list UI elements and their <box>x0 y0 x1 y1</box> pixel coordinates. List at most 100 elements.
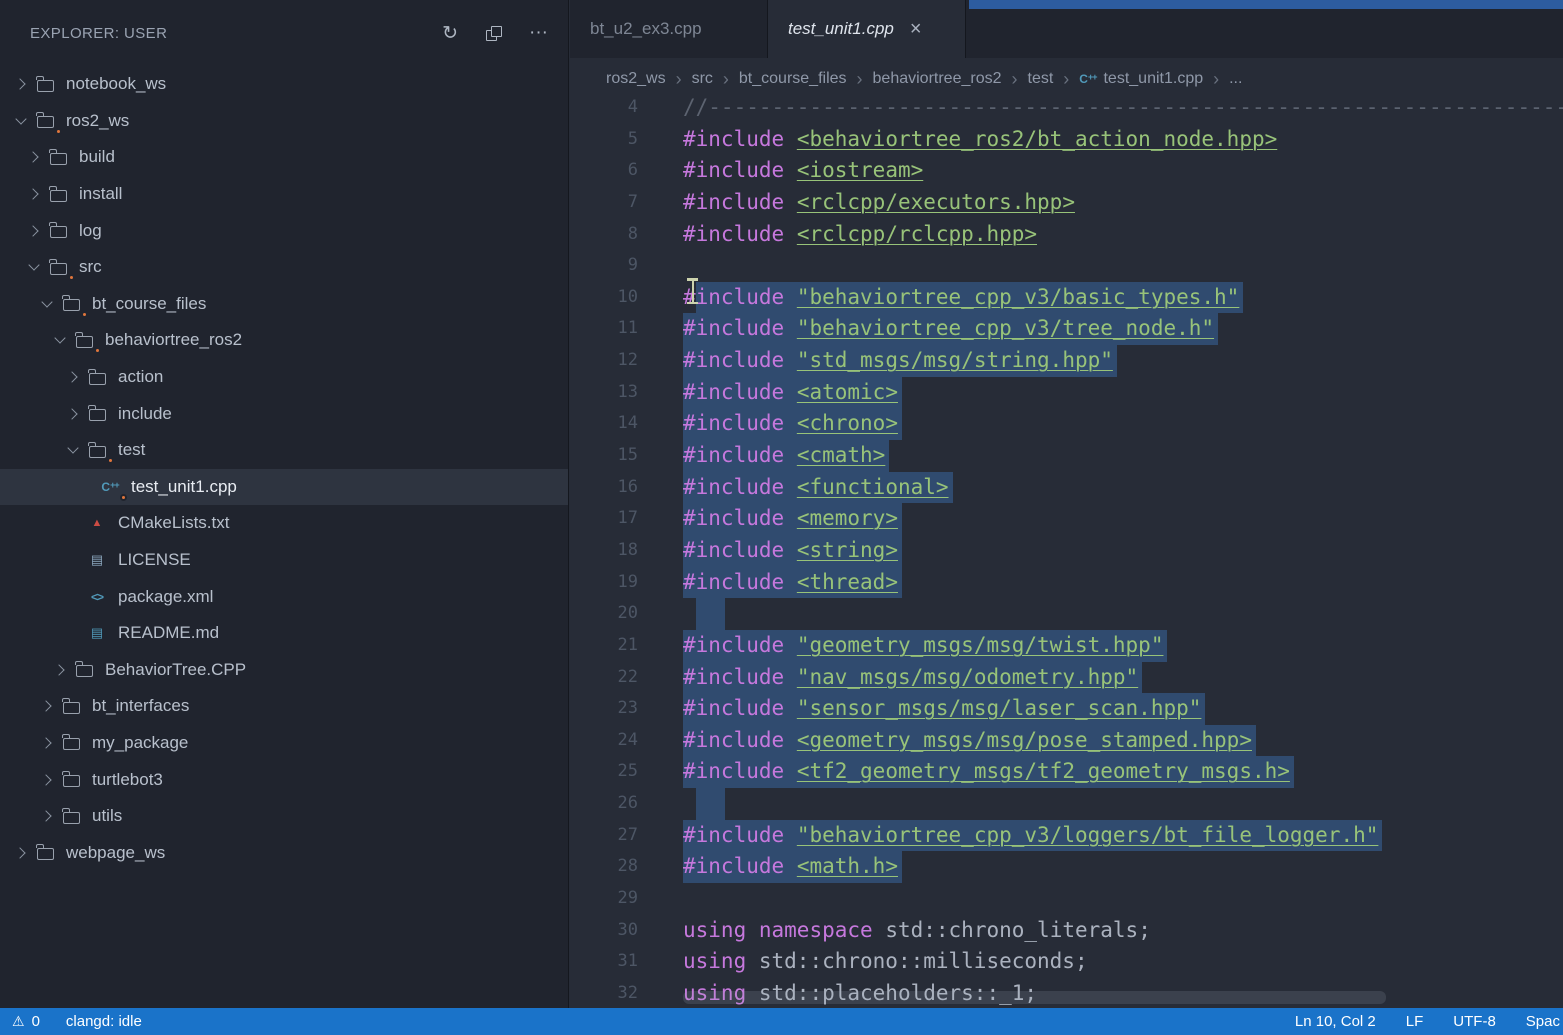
tree-item-bt_course_files[interactable]: bt_course_files <box>0 286 568 323</box>
tree-item-CMakeLists.txt[interactable]: ▲CMakeLists.txt <box>0 505 568 542</box>
tree-item-label: install <box>79 184 122 204</box>
breadcrumb-item-src[interactable]: src <box>692 70 713 88</box>
breadcrumb-item-bt_course_files[interactable]: bt_course_files <box>739 70 847 88</box>
chevron-right-icon[interactable] <box>23 190 45 198</box>
tree-item-README.md[interactable]: ▤README.md <box>0 615 568 652</box>
code-line-7[interactable]: 7#include <rclcpp/executors.hpp> <box>570 187 1563 219</box>
more-actions-icon[interactable]: ··· <box>529 22 548 44</box>
code-line-16[interactable]: 16#include <functional> <box>570 472 1563 504</box>
code-line-12[interactable]: 12#include "std_msgs/msg/string.hpp" <box>570 345 1563 377</box>
close-tab-icon[interactable]: × <box>910 18 922 41</box>
tree-item-test[interactable]: test <box>0 432 568 469</box>
code-line-10[interactable]: 10#include "behaviortree_cpp_v3/basic_ty… <box>570 282 1563 314</box>
code-line-25[interactable]: 25#include <tf2_geometry_msgs/tf2_geomet… <box>570 756 1563 788</box>
eol-indicator[interactable]: LF <box>1406 1013 1424 1030</box>
code-line-18[interactable]: 18#include <string> <box>570 535 1563 567</box>
code-line-8[interactable]: 8#include <rclcpp/rclcpp.hpp> <box>570 219 1563 251</box>
tab-bt_u2_ex3.cpp[interactable]: bt_u2_ex3.cpp <box>570 0 768 58</box>
breadcrumb-item-test_unit1.cpp[interactable]: C++test_unit1.cpp <box>1079 70 1203 88</box>
tree-item-my_package[interactable]: my_package <box>0 725 568 762</box>
tree-item-test_unit1.cpp[interactable]: C++test_unit1.cpp <box>0 469 568 506</box>
chevron-right-icon[interactable] <box>10 80 32 88</box>
chevron-right-icon[interactable] <box>10 849 32 857</box>
chevron-right-icon[interactable] <box>36 812 58 820</box>
tree-item-include[interactable]: include <box>0 395 568 432</box>
tree-item-log[interactable]: log <box>0 212 568 249</box>
breadcrumb-item-ros2_ws[interactable]: ros2_ws <box>606 70 666 88</box>
tree-item-src[interactable]: src <box>0 249 568 286</box>
code-line-29[interactable]: 29 <box>570 883 1563 915</box>
breadcrumb-item-test[interactable]: test <box>1028 70 1054 88</box>
breadcrumb-item-...[interactable]: ... <box>1229 70 1242 88</box>
chevron-down-icon[interactable] <box>49 338 71 342</box>
problems-indicator[interactable]: ⚠ 0 <box>12 1013 40 1030</box>
cursor-position[interactable]: Ln 10, Col 2 <box>1295 1013 1376 1030</box>
chevron-right-icon[interactable] <box>36 702 58 710</box>
code-line-5[interactable]: 5#include <behaviortree_ros2/bt_action_n… <box>570 124 1563 156</box>
line-number: 27 <box>570 820 638 852</box>
language-server-status[interactable]: clangd: idle <box>66 1013 142 1030</box>
explorer-header: EXPLORER: USER ↻··· <box>0 0 568 66</box>
code-line-21[interactable]: 21#include "geometry_msgs/msg/twist.hpp" <box>570 630 1563 662</box>
code-line-22[interactable]: 22#include "nav_msgs/msg/odometry.hpp" <box>570 662 1563 694</box>
chevron-right-icon[interactable] <box>23 227 45 235</box>
collapse-folders-icon[interactable] <box>486 26 501 41</box>
code-line-14[interactable]: 14#include <chrono> <box>570 408 1563 440</box>
tree-item-install[interactable]: install <box>0 176 568 213</box>
code-line-15[interactable]: 15#include <cmath> <box>570 440 1563 472</box>
tree-item-LICENSE[interactable]: ▤LICENSE <box>0 542 568 579</box>
code-line-4[interactable]: 4//-------------------------------------… <box>570 92 1563 124</box>
tree-item-utils[interactable]: utils <box>0 798 568 835</box>
refresh-icon[interactable]: ↻ <box>442 22 458 45</box>
chevron-right-icon[interactable] <box>23 153 45 161</box>
indentation-indicator[interactable]: Spac <box>1526 1013 1560 1030</box>
chevron-right-icon[interactable] <box>36 739 58 747</box>
code-line-9[interactable]: 9 <box>570 250 1563 282</box>
tree-item-ros2_ws[interactable]: ros2_ws <box>0 103 568 140</box>
code-line-30[interactable]: 30using namespace std::chrono_literals; <box>570 915 1563 947</box>
chevron-down-icon[interactable] <box>23 265 45 269</box>
code-editor[interactable]: 4//-------------------------------------… <box>570 92 1563 1008</box>
line-number: 13 <box>570 377 638 409</box>
chevron-right-icon[interactable] <box>62 410 84 418</box>
chevron-down-icon[interactable] <box>62 448 84 452</box>
code-line-24[interactable]: 24#include <geometry_msgs/msg/pose_stamp… <box>570 725 1563 757</box>
chevron-down-icon[interactable] <box>10 119 32 123</box>
tree-item-label: behaviortree_ros2 <box>105 330 242 350</box>
chevron-right-icon[interactable] <box>36 776 58 784</box>
code-line-17[interactable]: 17#include <memory> <box>570 503 1563 535</box>
code-line-26[interactable]: 26 <box>570 788 1563 820</box>
horizontal-scrollbar[interactable] <box>683 991 1386 1004</box>
chevron-right-icon[interactable] <box>62 373 84 381</box>
tree-item-webpage_ws[interactable]: webpage_ws <box>0 834 568 871</box>
git-modified-dot <box>55 128 62 135</box>
breadcrumb-item-behaviortree_ros2[interactable]: behaviortree_ros2 <box>873 70 1002 88</box>
code-text: #include <atomic> <box>683 377 898 409</box>
tree-item-bt_interfaces[interactable]: bt_interfaces <box>0 688 568 725</box>
code-line-31[interactable]: 31using std::chrono::milliseconds; <box>570 946 1563 978</box>
code-line-19[interactable]: 19#include <thread> <box>570 567 1563 599</box>
tree-item-turtlebot3[interactable]: turtlebot3 <box>0 761 568 798</box>
encoding-indicator[interactable]: UTF-8 <box>1453 1013 1496 1030</box>
code-line-27[interactable]: 27#include "behaviortree_cpp_v3/loggers/… <box>570 820 1563 852</box>
tree-item-notebook_ws[interactable]: notebook_ws <box>0 66 568 103</box>
code-line-6[interactable]: 6#include <iostream> <box>570 155 1563 187</box>
code-line-11[interactable]: 11#include "behaviortree_cpp_v3/tree_nod… <box>570 313 1563 345</box>
tree-item-build[interactable]: build <box>0 139 568 176</box>
chevron-down-icon[interactable] <box>36 302 58 306</box>
tree-item-action[interactable]: action <box>0 359 568 396</box>
code-line-23[interactable]: 23#include "sensor_msgs/msg/laser_scan.h… <box>570 693 1563 725</box>
tab-test_unit1.cpp[interactable]: test_unit1.cpp× <box>768 0 966 58</box>
folder-icon <box>71 329 97 351</box>
code-line-28[interactable]: 28#include <math.h> <box>570 851 1563 883</box>
code-line-13[interactable]: 13 #include <atomic> <box>570 377 1563 409</box>
tree-item-package.xml[interactable]: <>package.xml <box>0 578 568 615</box>
tree-item-label: test <box>118 440 145 460</box>
tree-item-label: LICENSE <box>118 550 191 570</box>
tree-item-BehaviorTree.CPP[interactable]: BehaviorTree.CPP <box>0 652 568 689</box>
code-line-20[interactable]: 20 <box>570 598 1563 630</box>
line-number: 20 <box>570 598 638 630</box>
tree-item-behaviortree_ros2[interactable]: behaviortree_ros2 <box>0 322 568 359</box>
tree-item-label: CMakeLists.txt <box>118 513 229 533</box>
chevron-right-icon[interactable] <box>49 666 71 674</box>
